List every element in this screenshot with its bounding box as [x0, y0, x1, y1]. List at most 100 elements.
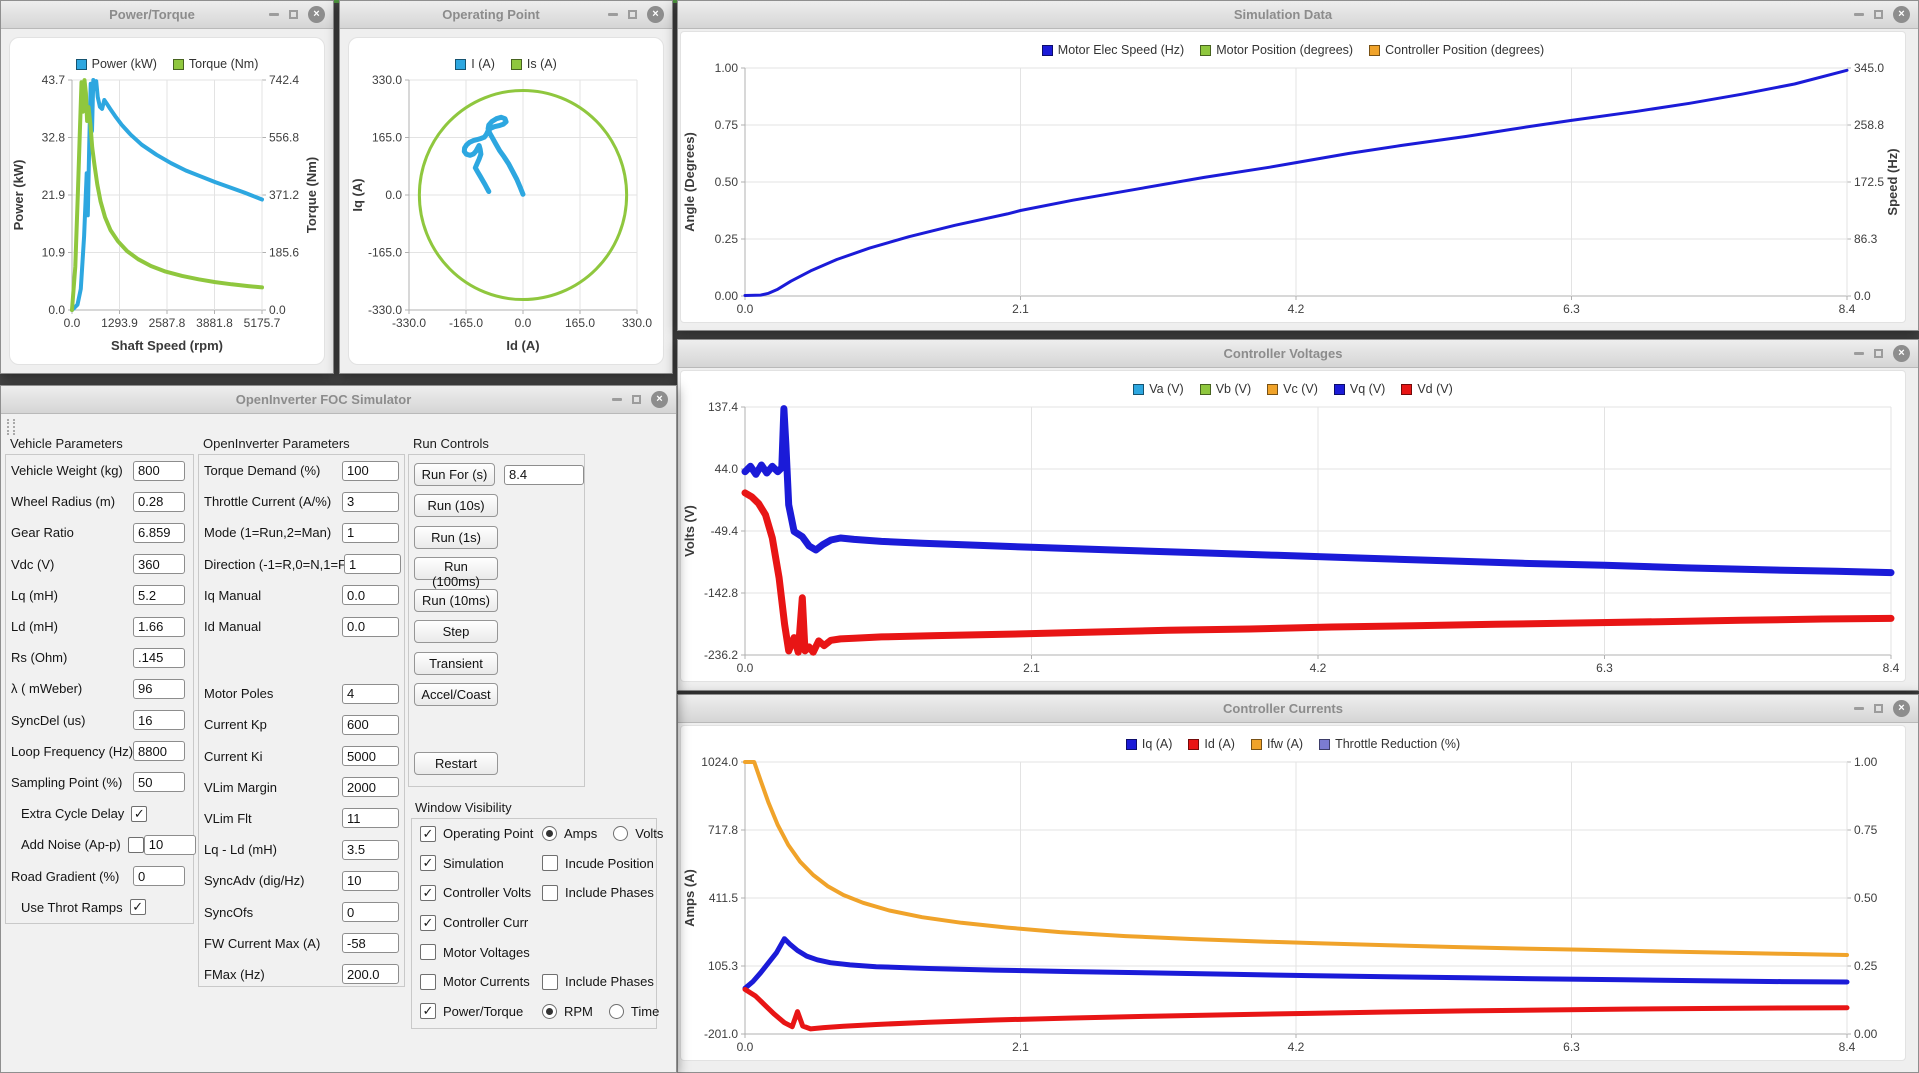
checkbox[interactable]: ✓	[420, 1003, 436, 1019]
minimize-icon[interactable]	[1854, 707, 1864, 710]
input-road-gradient[interactable]	[133, 866, 185, 886]
titlebar[interactable]: Controller Currents ×	[678, 695, 1918, 723]
legend-id-a[interactable]: Id (A)	[1188, 737, 1235, 751]
input-vehicle-weight-kg[interactable]	[133, 461, 185, 481]
input-loop-frequency-hz[interactable]	[133, 741, 185, 761]
legend-throttle-reduction[interactable]: Throttle Reduction (%)	[1319, 737, 1460, 751]
titlebar[interactable]: Operating Point ×	[340, 1, 672, 29]
restore-icon[interactable]	[628, 10, 637, 19]
close-icon[interactable]: ×	[651, 391, 668, 408]
restore-icon[interactable]	[1874, 10, 1883, 19]
svg-text:86.3: 86.3	[1854, 232, 1878, 246]
run-for-button[interactable]: Run For (s)	[414, 463, 495, 486]
legend-torque-nm[interactable]: Torque (Nm)	[173, 57, 258, 71]
minimize-icon[interactable]	[612, 398, 622, 401]
checkbox[interactable]	[542, 885, 558, 901]
legend-va-v[interactable]: Va (V)	[1133, 382, 1184, 396]
input-ld-mh[interactable]	[133, 617, 185, 637]
run-1s-button[interactable]: Run (1s)	[414, 526, 498, 549]
legend-vc-v[interactable]: Vc (V)	[1267, 382, 1318, 396]
input-direction-1-r-0-n-1-f[interactable]	[344, 554, 401, 574]
input-gear-ratio[interactable]	[133, 523, 185, 543]
checkbox[interactable]: ✓	[420, 885, 436, 901]
checkbox[interactable]: ✓	[420, 826, 436, 842]
titlebar[interactable]: Power/Torque ×	[1, 1, 333, 29]
minimize-icon[interactable]	[1854, 352, 1864, 355]
close-icon[interactable]: ×	[1893, 345, 1910, 362]
close-icon[interactable]: ×	[647, 6, 664, 23]
restore-icon[interactable]	[289, 10, 298, 19]
input-torque-demand[interactable]	[342, 461, 399, 481]
run-10ms-button[interactable]: Run (10ms)	[414, 589, 498, 612]
input-wheel-radius-m[interactable]	[133, 492, 185, 512]
input-fw-current-max-a[interactable]	[342, 933, 399, 953]
input-vlim-flt[interactable]	[342, 808, 399, 828]
legend-vq-v[interactable]: Vq (V)	[1334, 382, 1385, 396]
checkbox[interactable]: ✓	[131, 806, 147, 822]
minimize-icon[interactable]	[608, 13, 618, 16]
restore-icon[interactable]	[1874, 349, 1883, 358]
checkbox[interactable]	[420, 974, 436, 990]
close-icon[interactable]: ×	[308, 6, 325, 23]
input-vlim-margin[interactable]	[342, 777, 399, 797]
input-mode-1-run-2-man[interactable]	[342, 523, 399, 543]
close-icon[interactable]: ×	[1893, 700, 1910, 717]
titlebar[interactable]: Controller Voltages ×	[678, 340, 1918, 368]
checkbox[interactable]	[542, 855, 558, 871]
titlebar[interactable]: Simulation Data ×	[678, 1, 1918, 29]
legend-vd-v[interactable]: Vd (V)	[1401, 382, 1452, 396]
transient-button[interactable]: Transient	[414, 652, 498, 675]
input-lq-ld-mh[interactable]	[342, 840, 399, 860]
run-10s-button[interactable]: Run (10s)	[414, 494, 498, 517]
checkbox[interactable]	[128, 837, 144, 853]
titlebar[interactable]: OpenInverter FOC Simulator ×	[1, 386, 676, 414]
run-100ms-button[interactable]: Run (100ms)	[414, 557, 498, 580]
input-mweber[interactable]	[133, 679, 185, 699]
checkbox[interactable]: ✓	[420, 915, 436, 931]
minimize-icon[interactable]	[1854, 13, 1864, 16]
accel-coast-button[interactable]: Accel/Coast	[414, 683, 498, 706]
input-current-ki[interactable]	[342, 746, 399, 766]
restore-icon[interactable]	[1874, 704, 1883, 713]
run-for-input[interactable]	[504, 465, 584, 485]
legend-iq-a[interactable]: Iq (A)	[1126, 737, 1173, 751]
checkbox[interactable]: ✓	[130, 899, 146, 915]
input-throttle-current-a[interactable]	[342, 492, 399, 512]
checkbox[interactable]	[542, 974, 558, 990]
input-syncadv-dig-hz[interactable]	[342, 871, 399, 891]
legend-motor-elec-speed-hz[interactable]: Motor Elec Speed (Hz)	[1042, 43, 1184, 57]
minimize-icon[interactable]	[269, 13, 279, 16]
legend-i-a[interactable]: I (A)	[455, 57, 495, 71]
svg-text:21.9: 21.9	[42, 188, 66, 202]
legend-ifw-a[interactable]: Ifw (A)	[1251, 737, 1303, 751]
legend-motor-position-degrees[interactable]: Motor Position (degrees)	[1200, 43, 1353, 57]
input-iq-manual[interactable]	[342, 585, 399, 605]
legend-power-kw[interactable]: Power (kW)	[76, 57, 157, 71]
input-fmax-hz[interactable]	[342, 964, 399, 984]
close-icon[interactable]: ×	[1893, 6, 1910, 23]
legend-is-a[interactable]: Is (A)	[511, 57, 557, 71]
legend-controller-position-degrees[interactable]: Controller Position (degrees)	[1369, 43, 1544, 57]
radio-button[interactable]	[542, 1004, 557, 1019]
checkbox[interactable]: ✓	[420, 855, 436, 871]
restore-icon[interactable]	[632, 395, 641, 404]
checkbox[interactable]	[420, 944, 436, 960]
input-syncdel-us[interactable]	[133, 710, 185, 730]
input-motor-poles[interactable]	[342, 684, 399, 704]
radio-button[interactable]	[613, 826, 628, 841]
legend-vb-v[interactable]: Vb (V)	[1200, 382, 1251, 396]
input-id-manual[interactable]	[342, 617, 399, 637]
step-button[interactable]: Step	[414, 620, 498, 643]
input-sampling-point[interactable]	[133, 772, 185, 792]
restart-button[interactable]: Restart	[414, 752, 498, 775]
input-rs-ohm[interactable]	[133, 648, 185, 668]
input-vdc-v[interactable]	[133, 554, 185, 574]
input-syncofs[interactable]	[342, 902, 399, 922]
group-heading-window-visibility: Window Visibility	[415, 800, 512, 815]
radio-button[interactable]	[542, 826, 557, 841]
input-current-kp[interactable]	[342, 715, 399, 735]
input-lq-mh[interactable]	[133, 585, 185, 605]
input-add-noise-ap-p[interactable]	[144, 835, 196, 855]
radio-button[interactable]	[609, 1004, 624, 1019]
toolbar-grip-icon[interactable]	[7, 419, 15, 435]
